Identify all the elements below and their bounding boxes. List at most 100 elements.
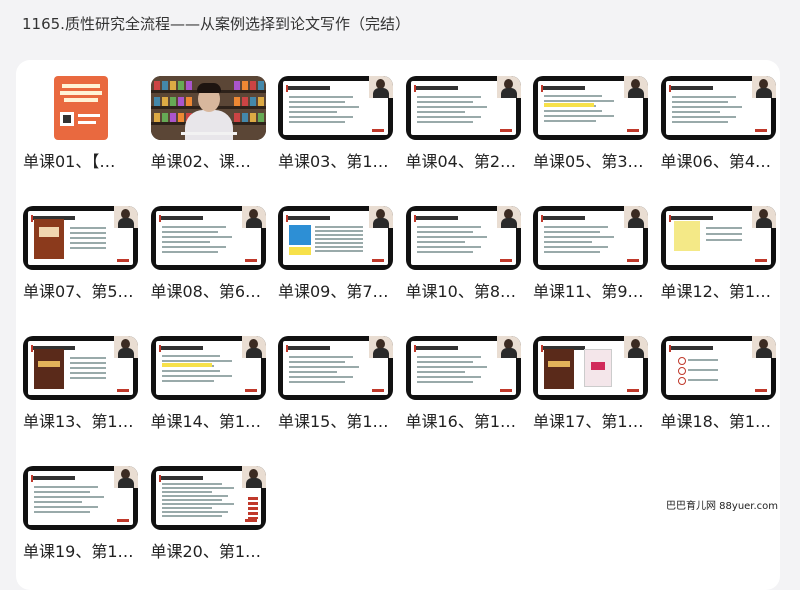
slide-text-line	[34, 486, 98, 488]
lesson-thumbnail[interactable]	[150, 76, 266, 140]
lesson-title[interactable]: 单课10、第8…	[406, 278, 536, 302]
lesson-thumbnail[interactable]	[405, 76, 521, 140]
lesson-thumbnail[interactable]	[150, 336, 266, 400]
slide-text-line	[161, 355, 220, 357]
slide-text-line	[416, 231, 473, 233]
slide-text-line	[705, 233, 742, 235]
slide-logo	[754, 129, 767, 132]
lesson-title[interactable]: 单课20、第1…	[151, 538, 281, 562]
slide-text-line	[416, 226, 481, 228]
cover-text-line	[62, 84, 100, 88]
subtitle-bar	[180, 132, 237, 135]
lesson-thumbnail[interactable]	[405, 206, 521, 270]
slide-text-line	[161, 236, 232, 238]
slide-text-line	[687, 359, 718, 361]
lesson-thumbnail[interactable]	[405, 336, 521, 400]
shelf-book	[241, 113, 248, 122]
lesson-title[interactable]: 单课09、第7…	[278, 278, 408, 302]
presenter-body	[628, 218, 644, 228]
lesson-title[interactable]: 单课04、第2…	[406, 148, 536, 172]
shelf-book	[161, 81, 168, 90]
lesson-title[interactable]: 单课07、第5…	[23, 278, 153, 302]
presenter-video	[241, 336, 266, 358]
lesson-title[interactable]: 单课17、第1…	[533, 408, 663, 432]
lesson-title[interactable]: 单课19、第1…	[23, 538, 153, 562]
slide-text-line	[416, 236, 487, 238]
presenter-body	[500, 218, 517, 228]
cover-text-line	[78, 114, 100, 117]
presenter-body	[500, 88, 517, 98]
slide-text-line	[34, 501, 82, 503]
lesson-title[interactable]: 单课11、第9…	[533, 278, 663, 302]
slide-heading	[160, 216, 203, 220]
slide-text-line	[416, 241, 465, 243]
presenter-video	[496, 76, 521, 98]
lesson-title[interactable]: 单课16、第1…	[406, 408, 536, 432]
slide-highlight	[161, 363, 212, 367]
presenter-video	[624, 76, 648, 98]
lesson-title[interactable]: 单课02、课…	[151, 148, 281, 172]
lesson-thumbnail[interactable]	[660, 336, 776, 400]
lesson-thumbnail[interactable]	[533, 76, 648, 140]
slide-heading	[288, 216, 330, 220]
lesson-thumbnail[interactable]	[660, 76, 776, 140]
lesson-thumbnail[interactable]	[23, 336, 138, 400]
lesson-title[interactable]: 单课18、第1…	[661, 408, 791, 432]
lesson-thumbnail[interactable]	[150, 206, 266, 270]
slide-text-line	[70, 242, 106, 244]
lesson-title[interactable]: 单课05、第3…	[533, 148, 663, 172]
slide-text-line	[289, 371, 337, 373]
slide-yellow-note	[673, 221, 700, 251]
slide-text-line	[416, 96, 481, 98]
lesson-thumbnail[interactable]	[278, 206, 393, 270]
slide-text-line	[161, 515, 222, 517]
lesson-thumbnail[interactable]	[23, 206, 138, 270]
shelf-book	[185, 81, 192, 90]
slide-text-line	[544, 95, 602, 97]
slide-text-line	[671, 121, 728, 123]
slide-text-line	[70, 362, 106, 364]
slide-heading	[670, 86, 713, 90]
lesson-title[interactable]: 单课15、第1…	[278, 408, 408, 432]
slide-text-line	[416, 106, 487, 108]
slide-text-line	[416, 356, 481, 358]
shelf-book	[161, 113, 168, 122]
lesson-title[interactable]: 单课03、第1…	[278, 148, 408, 172]
lesson-thumbnail[interactable]	[533, 206, 648, 270]
lesson-title[interactable]: 单课06、第4…	[661, 148, 791, 172]
shelf-book	[257, 97, 264, 106]
qr-code-icon	[60, 112, 74, 126]
slide-text-line	[161, 483, 222, 485]
slide-text-line	[705, 227, 742, 229]
presenter-video	[241, 206, 266, 228]
slide-logo	[244, 259, 257, 262]
lesson-title[interactable]: 单课13、第1…	[23, 408, 153, 432]
lesson-thumbnail[interactable]	[278, 76, 393, 140]
book-cover-image	[584, 349, 612, 387]
book-cover-image	[34, 349, 64, 389]
slide-logo	[499, 389, 512, 392]
presenter-video	[369, 336, 393, 358]
presenter-video	[369, 76, 393, 98]
slide-logo	[754, 389, 767, 392]
slide-heading	[543, 216, 585, 220]
slide-logo	[627, 259, 639, 262]
presenter-body	[373, 348, 389, 358]
lesson-thumbnail[interactable]	[533, 336, 648, 400]
lesson-thumbnail[interactable]	[660, 206, 776, 270]
lesson-title[interactable]: 单课01、【…	[23, 148, 153, 172]
presenter-body	[245, 348, 262, 358]
shelf-book	[185, 97, 192, 106]
slide-text-line	[416, 251, 473, 253]
lesson-title[interactable]: 单课12、第1…	[661, 278, 791, 302]
lesson-thumbnail[interactable]	[23, 76, 138, 140]
lesson-thumbnail[interactable]	[23, 466, 138, 530]
lesson-title[interactable]: 单课14、第1…	[151, 408, 281, 432]
slide-text-line	[416, 246, 481, 248]
shelf-book	[257, 113, 264, 122]
lesson-title[interactable]: 单课08、第6…	[151, 278, 281, 302]
slide-text-line	[315, 230, 363, 232]
shelf-book	[169, 81, 176, 90]
lesson-thumbnail[interactable]	[150, 466, 266, 530]
lesson-thumbnail[interactable]	[278, 336, 393, 400]
